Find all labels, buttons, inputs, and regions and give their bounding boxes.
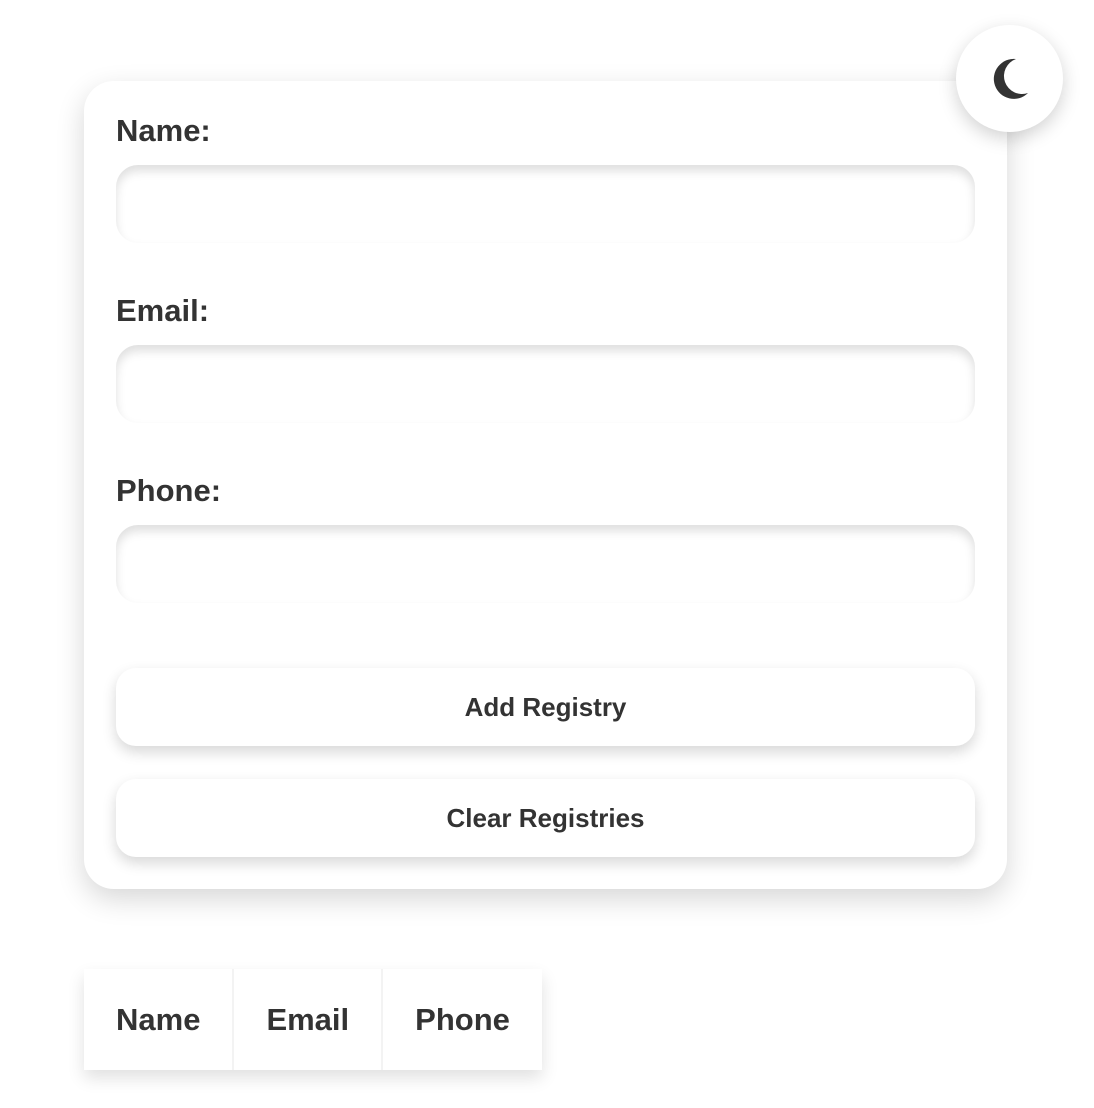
email-input[interactable] xyxy=(116,345,975,423)
clear-registries-button[interactable]: Clear Registries xyxy=(116,779,975,857)
registration-form: Name: Email: Phone: Add Registry Clear R… xyxy=(84,81,1007,889)
table-header-row: Name Email Phone xyxy=(84,969,542,1070)
column-header-name: Name xyxy=(84,969,235,1070)
column-header-email: Email xyxy=(234,969,384,1070)
name-input[interactable] xyxy=(116,165,975,243)
theme-toggle-button[interactable] xyxy=(956,25,1063,132)
column-header-phone: Phone xyxy=(383,969,542,1070)
add-registry-button[interactable]: Add Registry xyxy=(116,668,975,746)
phone-input[interactable] xyxy=(116,525,975,603)
phone-label: Phone: xyxy=(116,473,222,508)
registry-table: Name Email Phone xyxy=(84,969,542,1070)
page: Name: Email: Phone: Add Registry Clear R… xyxy=(0,0,1094,1108)
moon-icon xyxy=(993,58,1028,99)
email-label: Email: xyxy=(116,293,210,328)
name-label: Name: xyxy=(116,113,211,148)
